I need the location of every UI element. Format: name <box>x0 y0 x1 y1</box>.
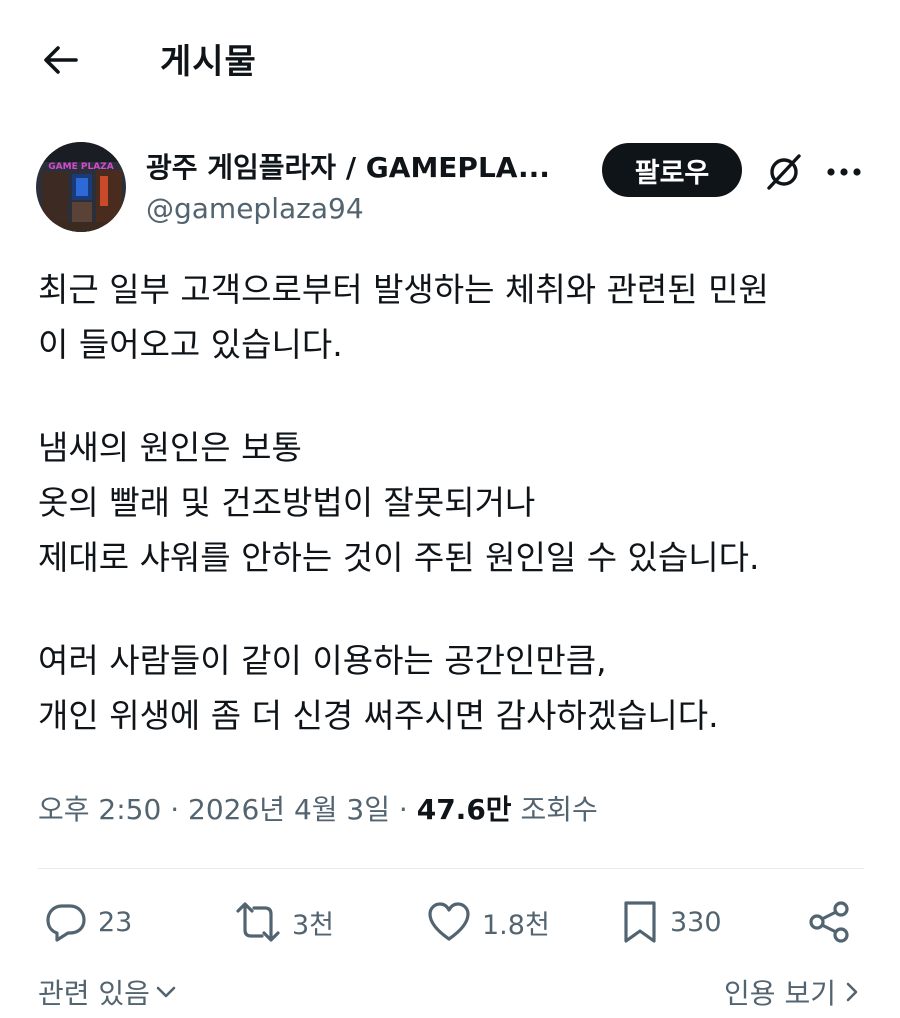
post-body: 최근 일부 고객으로부터 발생하는 체취와 관련된 민원 이 들어오고 있습니다… <box>38 262 878 743</box>
post-line: 여러 사람들이 같이 이용하는 공간인만큼, <box>38 641 607 680</box>
divider <box>38 868 864 869</box>
share-button[interactable] <box>806 896 852 948</box>
grok-icon <box>767 154 801 190</box>
repost-count: 3천 <box>292 909 335 941</box>
like-count: 1.8천 <box>482 909 550 941</box>
follow-button[interactable]: 팔로우 <box>602 143 742 197</box>
post-line: 옷의 빨래 및 건조방법이 잘못되거나 <box>38 483 536 522</box>
post-line: 이 들어오고 있습니다. <box>38 325 343 364</box>
view-quotes-link[interactable]: 인용 보기 <box>724 972 860 1012</box>
share-icon <box>809 901 849 943</box>
related-label: 관련 있음 <box>38 977 150 1010</box>
author-name[interactable]: 광주 게임플라자 / GAMEPLA... <box>146 146 586 186</box>
post-meta: 오후 2:50 · 2026년 4월 3일 · 47.6만 조회수 <box>38 788 598 828</box>
meta-separator: · <box>398 793 408 826</box>
reply-button[interactable]: 23 <box>44 896 132 948</box>
more-options-button[interactable] <box>820 148 868 196</box>
meta-separator: · <box>170 793 180 826</box>
post-time[interactable]: 오후 2:50 <box>38 793 161 826</box>
post-date[interactable]: 2026년 4월 3일 <box>188 793 390 826</box>
views-count[interactable]: 47.6만 <box>417 793 512 826</box>
post-line: 최근 일부 고객으로부터 발생하는 체취와 관련된 민원 <box>38 270 769 309</box>
chevron-down-icon <box>156 986 176 998</box>
more-icon <box>827 168 861 176</box>
chevron-right-icon <box>846 982 858 1002</box>
post-line: 제대로 샤워를 안하는 것이 주된 원인일 수 있습니다. <box>38 538 760 577</box>
back-arrow-icon <box>44 46 78 74</box>
repost-icon <box>236 902 280 942</box>
like-icon <box>428 902 470 941</box>
author-handle[interactable]: @gameplaza94 <box>146 192 364 225</box>
grok-button[interactable] <box>760 148 808 196</box>
avatar[interactable]: GAME PLAZA <box>36 142 126 232</box>
bookmark-icon <box>624 901 656 943</box>
like-button[interactable]: 1.8천 <box>426 896 550 948</box>
views-label: 조회수 <box>520 793 598 826</box>
reply-count: 23 <box>98 906 133 938</box>
post-line: 냄새의 원인은 보통 <box>38 428 302 467</box>
quotes-label: 인용 보기 <box>724 977 836 1010</box>
reply-icon <box>46 904 86 942</box>
page-title: 게시물 <box>160 42 257 82</box>
bookmark-button[interactable]: 330 <box>620 896 722 948</box>
repost-button[interactable]: 3천 <box>234 896 334 948</box>
related-toggle[interactable]: 관련 있음 <box>38 972 178 1012</box>
top-bar: 게시물 <box>0 0 900 118</box>
back-button[interactable] <box>36 36 84 84</box>
bookmark-count: 330 <box>670 906 722 938</box>
post-line: 개인 위생에 좀 더 신경 써주시면 감사하겠습니다. <box>38 696 719 735</box>
avatar-logo-text: GAME PLAZA <box>48 162 113 172</box>
